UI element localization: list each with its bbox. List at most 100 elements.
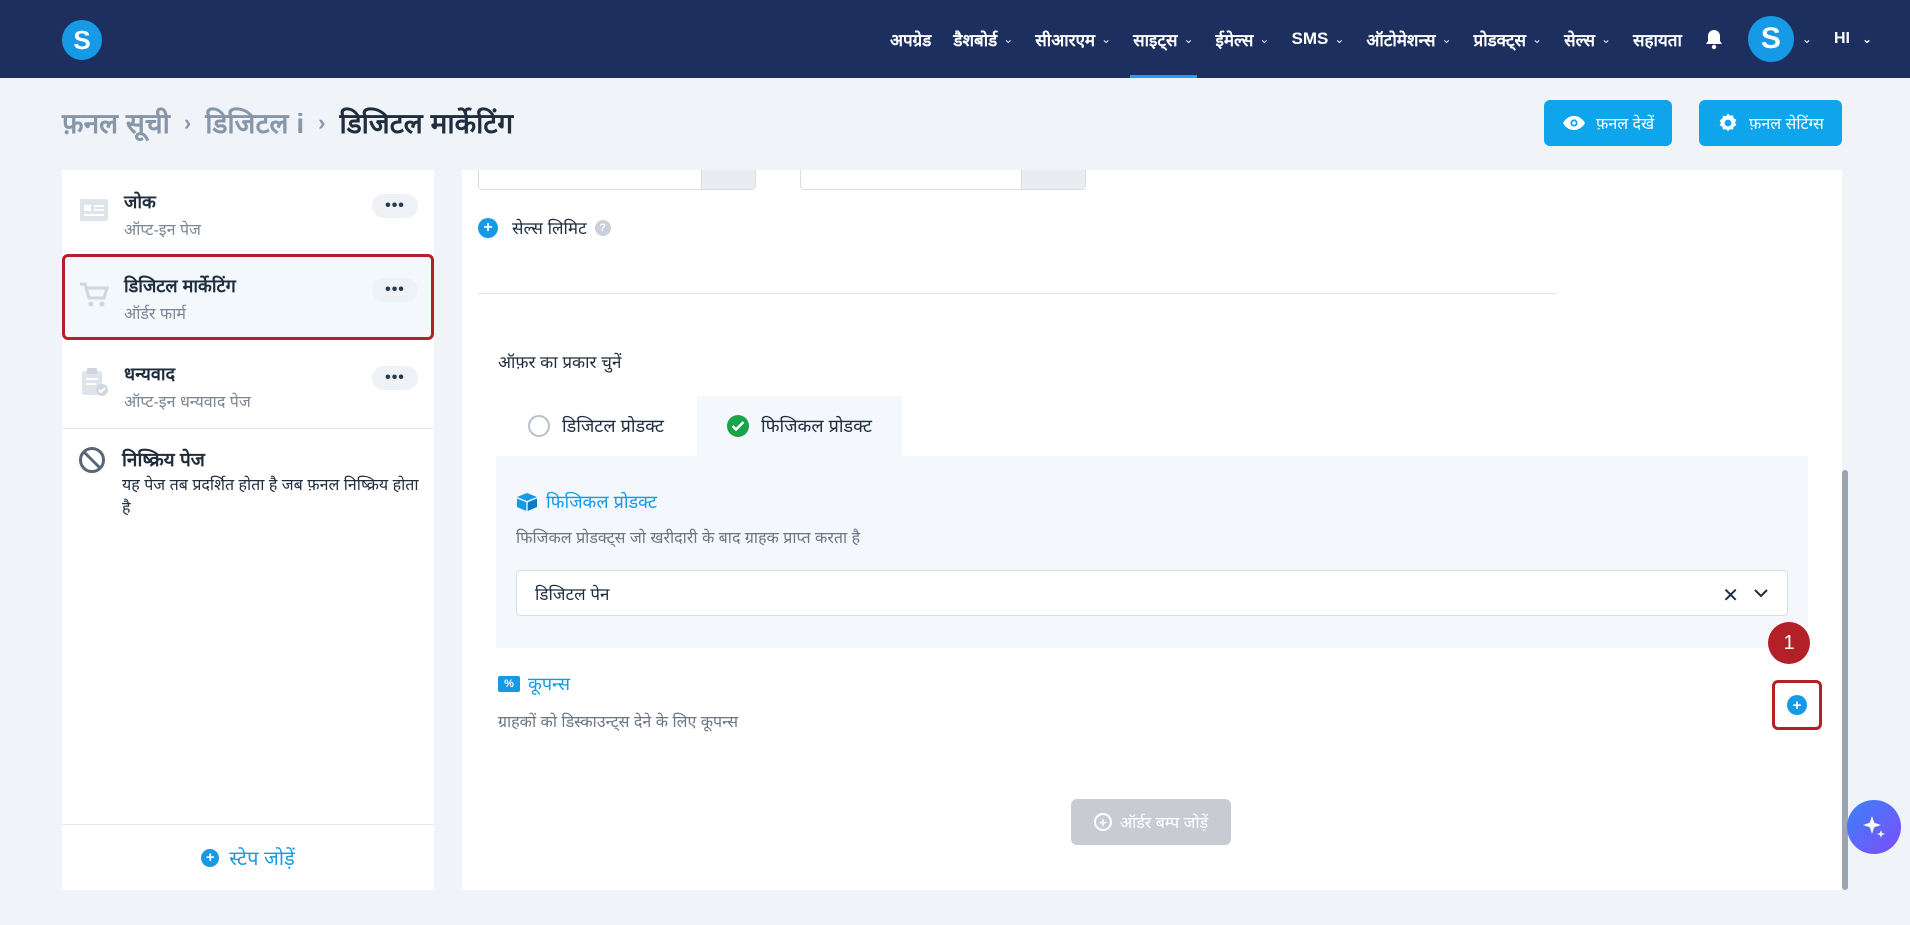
clear-icon[interactable]: ✕ [1722, 583, 1739, 608]
step-item-digital-marketing[interactable]: डिजिटल मार्केटिंग ऑर्डर फार्म ••• [62, 254, 434, 340]
more-options-button[interactable]: ••• [372, 366, 418, 390]
button-label: फ़नल सेटिंग्स [1749, 116, 1824, 133]
bell-icon[interactable] [1704, 28, 1726, 50]
coupon-tag-icon: % [498, 676, 520, 692]
page-title: डिजिटल मार्केटिंग [339, 108, 514, 139]
nav-label: SMS [1291, 29, 1329, 48]
breadcrumb-funnel-list[interactable]: फ़नल सूची [62, 104, 170, 142]
chevron-down-icon: ⌄ [1101, 32, 1112, 46]
top-navigation-bar: S अपग्रेड डैशबोर्ड ⌄ सीआरएम ⌄ साइट्स ⌄ ईमेल… [0, 0, 1910, 78]
tab-digital-product[interactable]: डिजिटल प्रोडक्ट [498, 396, 694, 456]
nav-label: डैशबोर्ड [953, 30, 998, 50]
nav-item-upgrade[interactable]: अपग्रेड [890, 0, 931, 78]
add-order-bump-button[interactable]: + ऑर्डर बम्प जोड़ें [1071, 799, 1231, 845]
physical-product-section: फिजिकल प्रोडक्ट फिजिकल प्रोडक्ट्स जो खरी… [496, 456, 1808, 648]
cart-icon [80, 282, 110, 307]
language-selector[interactable]: HI ⌄ [1834, 30, 1872, 48]
chevron-down-icon[interactable] [1753, 585, 1769, 601]
nav-item-products[interactable]: प्रोडक्ट्स ⌄ [1474, 0, 1543, 78]
chevron-down-icon: ⌄ [1259, 32, 1270, 46]
plus-circle-icon: + [1093, 813, 1112, 831]
chevron-right-icon: › [318, 110, 326, 135]
step-subtitle: ऑर्डर फार्म [124, 306, 186, 323]
nav-item-sales[interactable]: सेल्स ⌄ [1564, 0, 1611, 78]
chevron-down-icon: ⌄ [1861, 32, 1872, 46]
funnel-steps-sidebar: जोक ऑप्ट-इन पेज ••• डिजिटल मार्केटिंग ऑर… [62, 170, 434, 890]
nav-label: साइट्स [1133, 30, 1178, 50]
chevron-down-icon[interactable]: ⌄ [1802, 32, 1812, 46]
plus-circle-icon: + [201, 848, 220, 867]
nav-label: ऑटोमेशन्स [1366, 30, 1436, 50]
ai-assistant-button[interactable] [1847, 800, 1901, 854]
add-coupon-button[interactable]: + [1772, 680, 1822, 730]
chevron-down-icon: ⌄ [1441, 32, 1452, 46]
input-addon [1021, 170, 1085, 189]
divider [478, 293, 1556, 294]
nav-label: ईमेल्स [1215, 30, 1254, 50]
plus-circle-icon: + [478, 217, 498, 238]
plus-circle-icon: + [1787, 695, 1807, 715]
physical-product-desc: फिजिकल प्रोडक्ट्स जो खरीदारी के बाद ग्रा… [516, 530, 861, 547]
add-step-button[interactable]: + स्टेप जोड़ें [62, 824, 434, 890]
chevron-down-icon: ⌄ [1600, 32, 1611, 46]
box-icon [517, 493, 537, 511]
step-title: जोक [124, 192, 156, 212]
help-icon[interactable]: ? [594, 219, 611, 236]
brand-logo[interactable]: S [62, 20, 102, 60]
step-item-thank-you[interactable]: धन्यवाद ऑप्ट-इन धन्यवाद पेज ••• [62, 342, 434, 428]
check-circle-icon [727, 415, 749, 437]
nav-item-dashboard[interactable]: डैशबोर्ड ⌄ [953, 0, 1013, 78]
nav-label: प्रोडक्ट्स [1473, 30, 1527, 50]
funnel-settings-button[interactable]: फ़नल सेटिंग्स [1699, 100, 1842, 146]
tab-physical-product[interactable]: फिजिकल प्रोडक्ट [697, 396, 903, 456]
add-step-label: स्टेप जोड़ें [229, 848, 295, 870]
breadcrumb: फ़नल सूची › डिजिटल i › डिजिटल मार्केटिंग [62, 104, 513, 142]
coupons-desc: ग्राहकों को डिस्काउन्ट्स देने के लिए कूप… [498, 714, 739, 731]
duration-input[interactable] [800, 170, 1086, 190]
chevron-right-icon: › [183, 110, 192, 135]
view-funnel-button[interactable]: फ़नल देखें [1544, 100, 1673, 146]
sales-limit-toggle[interactable]: + सेल्स लिमिट ? [478, 216, 611, 239]
nav-item-crm[interactable]: सीआरएम ⌄ [1035, 0, 1111, 78]
sales-limit-label: सेल्स लिमिट [512, 219, 587, 238]
coupons-title: % कूपन्स [498, 672, 570, 696]
optin-page-icon [80, 199, 108, 221]
nav-item-sms[interactable]: SMS ⌄ [1291, 0, 1344, 78]
nav-item-sites[interactable]: साइट्स ⌄ [1130, 0, 1197, 78]
button-label: फ़नल देखें [1596, 116, 1655, 133]
annotation-badge: 1 [1768, 622, 1810, 664]
input-addon [701, 170, 755, 189]
section-title-text: कूपन्स [528, 674, 571, 694]
price-input[interactable] [478, 170, 756, 190]
nav-label: सीआरएम [1035, 30, 1096, 50]
chevron-down-icon: ⌄ [1003, 32, 1014, 46]
inactive-page-desc: यह पेज तब प्रदर्शित होता है जब फ़नल निष्… [122, 477, 419, 517]
chevron-down-icon: ⌄ [1183, 32, 1194, 46]
gear-icon [1719, 113, 1737, 132]
physical-product-select[interactable]: डिजिटल पेन ✕ [516, 570, 1788, 616]
step-item-joke[interactable]: जोक ऑप्ट-इन पेज ••• [62, 170, 434, 256]
more-options-button[interactable]: ••• [372, 278, 418, 302]
more-options-button[interactable]: ••• [372, 194, 418, 218]
section-title-text: फिजिकल प्रोडक्ट [546, 492, 658, 512]
nav-menu: अपग्रेड डैशबोर्ड ⌄ सीआरएम ⌄ साइट्स ⌄ ईमेल्स… [868, 0, 1872, 78]
eye-icon [1563, 116, 1585, 130]
offer-type-label: ऑफ़र का प्रकार चुनें [498, 353, 622, 372]
nav-item-emails[interactable]: ईमेल्स ⌄ [1216, 0, 1270, 78]
breadcrumb-funnel[interactable]: डिजिटल i [205, 104, 304, 142]
chevron-down-icon: ⌄ [1334, 32, 1345, 46]
nav-item-automations[interactable]: ऑटोमेशन्स ⌄ [1366, 0, 1451, 78]
step-subtitle: ऑप्ट-इन पेज [124, 222, 201, 239]
sparkle-icon [1863, 816, 1885, 838]
radio-unchecked-icon [528, 415, 550, 437]
physical-product-title: फिजिकल प्रोडक्ट [516, 490, 657, 514]
user-avatar[interactable]: S [1747, 16, 1794, 62]
step-editor-panel: + सेल्स लिमिट ? ऑफ़र का प्रकार चुनें डिज… [462, 170, 1848, 890]
inactive-page-title: निष्क्रिय पेज [122, 450, 205, 471]
step-subtitle: ऑप्ट-इन धन्यवाद पेज [124, 394, 251, 411]
nav-item-help[interactable]: सहायता [1633, 0, 1682, 78]
divider [62, 428, 434, 429]
step-title: धन्यवाद [124, 364, 176, 384]
tab-label: डिजिटल प्रोडक्ट [562, 416, 665, 436]
step-title: डिजिटल मार्केटिंग [124, 276, 236, 296]
